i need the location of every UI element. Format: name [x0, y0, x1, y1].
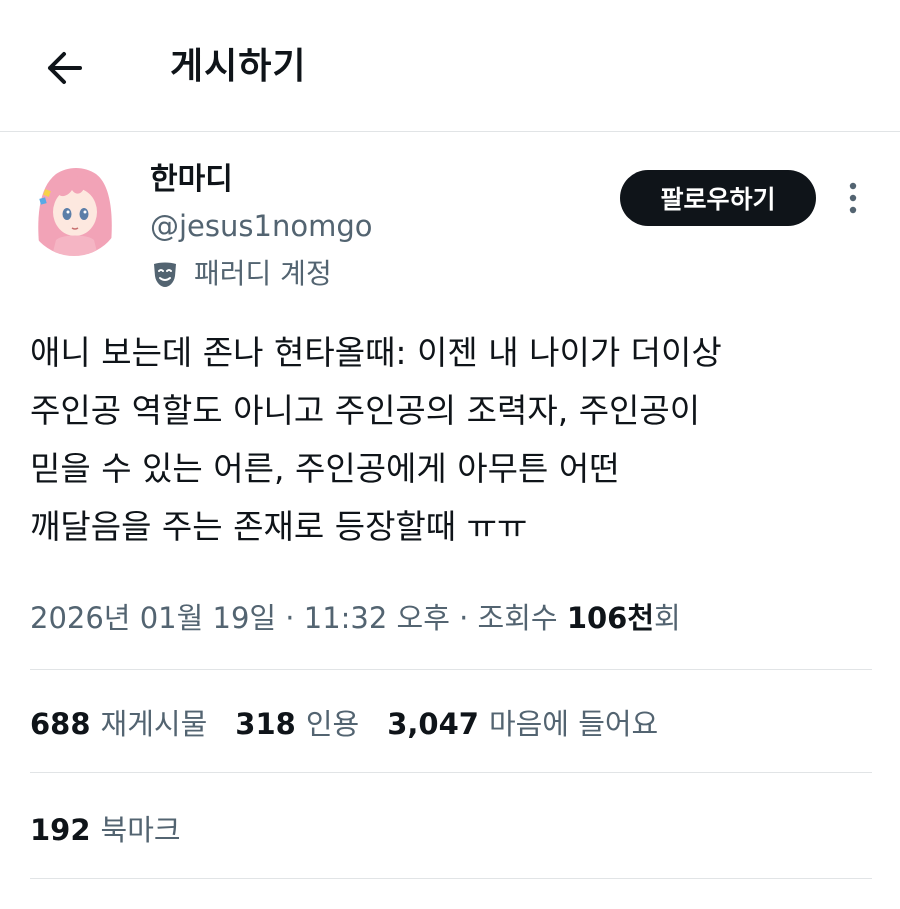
avatar[interactable]: [26, 160, 122, 256]
follow-button[interactable]: 팔로우하기: [620, 170, 816, 226]
back-button[interactable]: [38, 44, 90, 92]
author-handle[interactable]: @jesus1nomgo: [150, 206, 372, 246]
views-suffix: 회: [654, 601, 681, 635]
reposts-label: 재게시물: [100, 707, 208, 741]
arrow-left-icon: [48, 52, 82, 84]
quotes-count: 318: [235, 707, 296, 741]
more-vertical-icon: [849, 182, 857, 214]
divider: [30, 772, 872, 773]
quotes-label: 인용: [305, 707, 360, 741]
parody-label: 패러디 계정: [194, 257, 332, 290]
bookmarks-group[interactable]: 192 북마크: [30, 807, 181, 849]
post-text-line: 깨달음을 주는 존재로 등장할때 ㅠㅠ: [30, 507, 528, 546]
parody-account-badge: 패러디 계정: [150, 254, 332, 294]
likes-count: 3,047: [387, 707, 479, 741]
author-name[interactable]: 한마디: [150, 160, 233, 200]
bookmarks-label: 북마크: [100, 813, 181, 847]
views-count: 106천: [566, 601, 655, 635]
post-timestamp: 2026년 01월 19일 · 11:32 오후 · 조회수 106천회: [30, 592, 681, 644]
quotes-stat[interactable]: 318 인용: [235, 701, 359, 743]
reposts-count: 688: [30, 707, 91, 741]
theater-mask-icon: [150, 259, 180, 289]
post-text: 애니 보는데 존나 현타올때: 이젠 내 나이가 더이상 주인공 역할도 아니고…: [30, 324, 870, 556]
reposts-stat[interactable]: 688 재게시물: [30, 701, 207, 743]
top-bar: 게시하기: [0, 0, 900, 132]
bookmarks-count: 192: [30, 813, 91, 847]
engagement-stats: 688 재게시물 318 인용 3,047 마음에 들어요: [30, 694, 686, 750]
likes-label: 마음에 들어요: [488, 707, 659, 741]
anime-girl-avatar: [26, 160, 122, 256]
page-title: 게시하기: [170, 46, 307, 87]
divider: [30, 878, 872, 879]
bookmarks-stat[interactable]: 192 북마크: [30, 800, 181, 856]
post-text-line: 애니 보는데 존나 현타올때: 이젠 내 나이가 더이상: [30, 333, 722, 372]
more-options-button[interactable]: [838, 178, 868, 218]
post-text-line: 주인공 역할도 아니고 주인공의 조력자, 주인공이: [30, 391, 701, 430]
post-text-line: 믿을 수 있는 어른, 주인공에게 아무튼 어떤: [30, 449, 620, 488]
divider: [30, 669, 872, 670]
likes-stat[interactable]: 3,047 마음에 들어요: [387, 701, 658, 743]
timestamp-text[interactable]: 2026년 01월 19일 · 11:32 오후 · 조회수: [30, 601, 567, 635]
